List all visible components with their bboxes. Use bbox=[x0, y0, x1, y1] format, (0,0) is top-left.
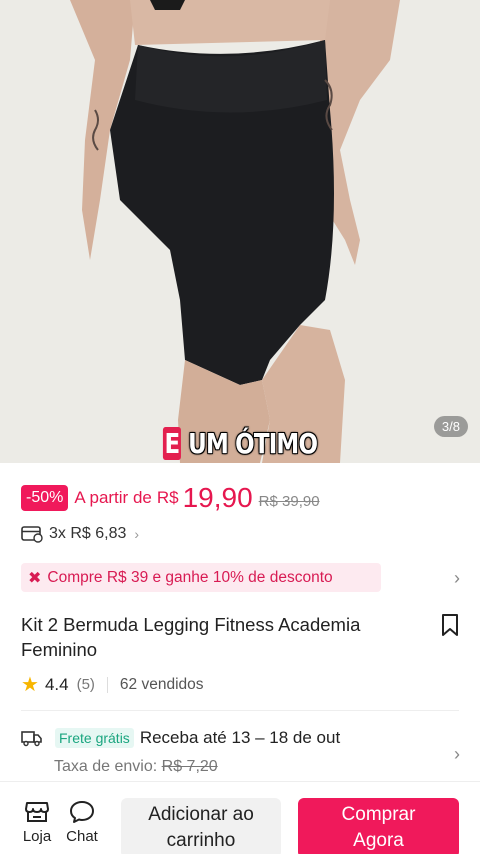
store-label: Loja bbox=[22, 828, 52, 845]
chat-button[interactable]: Chat bbox=[62, 800, 102, 845]
delivery-estimate: Receba até 13 – 18 de out bbox=[139, 728, 341, 747]
old-price: R$ 39,90 bbox=[258, 492, 320, 510]
free-shipping-badge: Frete grátis bbox=[55, 728, 134, 748]
add-to-cart-button[interactable]: Adicionar ao carrinho bbox=[121, 798, 281, 854]
store-button[interactable]: Loja bbox=[17, 800, 57, 845]
star-icon: ★ bbox=[21, 674, 39, 696]
current-price: 19,90 bbox=[182, 482, 253, 513]
chat-label: Chat bbox=[66, 828, 98, 845]
product-photo bbox=[0, 0, 480, 463]
shipping-row[interactable]: Frete grátis Receba até 13 – 18 de out bbox=[21, 728, 340, 748]
chevron-right-icon: › bbox=[134, 526, 140, 542]
currency-symbol: R$ bbox=[156, 488, 179, 507]
bottom-action-bar: Loja Chat Adicionar ao carrinho Comprar … bbox=[0, 781, 480, 854]
buy-now-button[interactable]: Comprar Agora bbox=[298, 798, 459, 854]
add-to-cart-label-line1: Adicionar ao bbox=[148, 804, 254, 825]
fee-old-price: R$ 7,20 bbox=[161, 758, 218, 775]
coupon-icon: ✖ bbox=[28, 569, 42, 587]
discount-badge: -50% bbox=[21, 485, 69, 511]
rating-row[interactable]: ★ 4.4 (5) 62 vendidos bbox=[21, 672, 204, 697]
card-icon bbox=[21, 526, 43, 543]
rating-score: 4.4 bbox=[44, 674, 69, 694]
chevron-right-icon[interactable]: › bbox=[454, 568, 460, 589]
divider bbox=[106, 676, 108, 693]
buy-now-label-line2: Agora bbox=[353, 830, 404, 851]
promo-text: Compre R$ 39 e ganhe 10% de desconto bbox=[47, 568, 333, 586]
sold-count: 62 vendidos bbox=[119, 675, 204, 693]
caption-text: UM ÓTIMO bbox=[188, 427, 318, 460]
buy-now-label-line1: Comprar bbox=[341, 804, 416, 825]
truck-icon bbox=[21, 731, 42, 747]
chevron-right-icon[interactable]: › bbox=[454, 744, 460, 765]
product-title: Kit 2 Bermuda Legging Fitness Academia F… bbox=[21, 614, 361, 660]
installments-row[interactable]: 3x R$ 6,83 › bbox=[21, 525, 139, 543]
store-icon bbox=[25, 802, 49, 822]
section-divider bbox=[21, 710, 459, 711]
shipping-fee: Taxa de envio: R$ 7,20 bbox=[54, 758, 218, 776]
add-to-cart-label-line2: carrinho bbox=[166, 830, 236, 851]
video-caption: E UM ÓTIMO bbox=[43, 427, 437, 460]
installments-text: 3x R$ 6,83 bbox=[49, 525, 127, 542]
chat-icon bbox=[70, 801, 94, 823]
from-label: A partir de bbox=[74, 488, 152, 507]
product-image[interactable]: 3/8 E UM ÓTIMO bbox=[0, 0, 480, 463]
image-counter: 3/8 bbox=[433, 416, 468, 437]
bookmark-icon[interactable] bbox=[440, 613, 460, 637]
caption-highlight: E bbox=[162, 427, 181, 460]
price-row: -50% A partir de R$ 19,90 R$ 39,90 bbox=[21, 482, 320, 514]
promo-banner[interactable]: ✖ Compre R$ 39 e ganhe 10% de desconto bbox=[21, 563, 381, 592]
fee-label: Taxa de envio: bbox=[54, 758, 158, 775]
review-count: (5) bbox=[76, 676, 95, 693]
